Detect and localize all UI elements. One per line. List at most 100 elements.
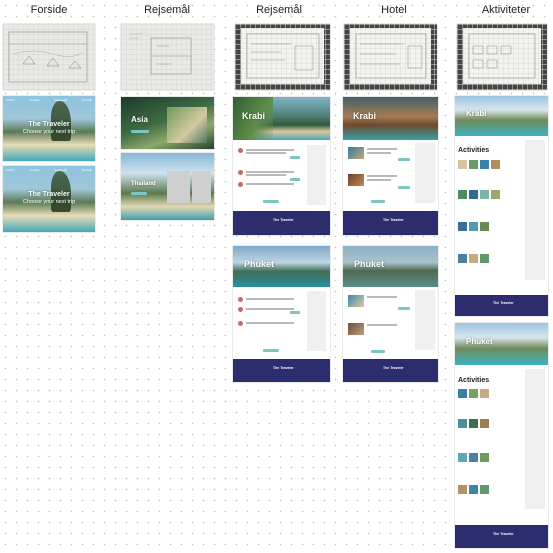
activity-thumbnail[interactable]	[480, 160, 489, 169]
hotel-phuket-title: Phuket	[354, 259, 385, 269]
nav-item-kontakt-2[interactable]: Kontakt	[82, 168, 92, 172]
hotel-thumbnail[interactable]	[348, 147, 364, 159]
krabi-page[interactable]: Krabi The Traveler	[233, 97, 330, 235]
activity-thumbnail[interactable]	[480, 222, 489, 231]
footer: The Traveler	[455, 525, 548, 548]
activity-thumbnail[interactable]	[491, 160, 500, 169]
activity-thumbnail[interactable]	[480, 453, 489, 462]
phuket-hero: Phuket	[233, 246, 330, 287]
activity-thumbnail[interactable]	[480, 485, 489, 494]
nav-item-forside-2[interactable]: Forside	[30, 168, 40, 172]
activity-thumbnail[interactable]	[458, 419, 467, 428]
flight-badge	[238, 148, 243, 153]
activity-thumbnail[interactable]	[480, 254, 489, 263]
footer-logo-line-1: The	[493, 301, 500, 305]
aktiviteter-sketch[interactable]	[457, 24, 547, 90]
sketch-drawing-2	[129, 33, 192, 75]
filter-sidebar	[415, 143, 435, 203]
book-hotel-button[interactable]	[398, 186, 410, 189]
hero-subtitle: Choose your next trip	[22, 129, 76, 135]
krabi-content	[233, 140, 330, 210]
activity-thumbnail[interactable]	[480, 419, 489, 428]
nav-item-rejsemaal-2[interactable]: Rejsemål	[54, 168, 67, 172]
sketch-drawing-4	[355, 33, 427, 79]
activity-thumbnail[interactable]	[458, 222, 467, 231]
hotel-row	[367, 324, 397, 326]
footer-logo: The Traveler	[383, 218, 404, 222]
forside-mockup-2[interactable]: LOGO Forside Rejsemål Kontakt The Travel…	[3, 166, 95, 232]
more-button[interactable]	[371, 200, 385, 203]
footer-logo-line-2: Traveler	[500, 532, 514, 536]
book-hotel-button[interactable]	[398, 307, 410, 310]
flight-row	[246, 308, 294, 310]
krabi-sketch[interactable]	[235, 24, 330, 90]
logo-2[interactable]: LOGO	[6, 168, 15, 172]
activity-thumbnail[interactable]	[491, 190, 500, 199]
phuket-page[interactable]: Phuket The Traveler	[233, 246, 330, 382]
activity-thumbnail[interactable]	[458, 485, 467, 494]
more-button[interactable]	[263, 200, 279, 203]
activity-thumbnail[interactable]	[458, 254, 467, 263]
book-hotel-button[interactable]	[371, 350, 385, 353]
activity-thumbnail[interactable]	[469, 254, 478, 263]
flight-badge	[238, 307, 243, 312]
activity-thumbnail[interactable]	[480, 389, 489, 398]
filter-sidebar	[307, 145, 326, 205]
activity-thumbnail[interactable]	[469, 190, 478, 199]
hotel-sketch[interactable]	[344, 24, 437, 90]
activity-thumbnail[interactable]	[469, 485, 478, 494]
hotel-thumbnail[interactable]	[348, 174, 364, 186]
thailand-button[interactable]	[131, 192, 147, 195]
hotel-phuket-page[interactable]: Phuket The Traveler	[343, 246, 438, 382]
hotel-row	[367, 148, 397, 150]
footer-logo-line-1: The	[493, 532, 500, 536]
activity-thumbnail[interactable]	[458, 190, 467, 199]
footer: The Traveler	[233, 211, 330, 235]
hotel-krabi-page[interactable]: Krabi The Traveler	[343, 97, 438, 235]
activity-filter-sidebar	[525, 140, 545, 280]
activity-thumbnail[interactable]	[458, 453, 467, 462]
more-button[interactable]	[263, 349, 279, 352]
footer-logo-line-2: Traveler	[280, 366, 294, 370]
activity-thumbnail[interactable]	[469, 453, 478, 462]
flight-row	[246, 174, 286, 176]
footer-logo-line-2: Traveler	[390, 218, 404, 222]
activities-phuket-page[interactable]: Phuket Activities The Traveler	[455, 323, 548, 548]
destination-card-thailand[interactable]: Thailand	[121, 153, 214, 220]
hero-title-2: The Traveler	[28, 191, 70, 198]
sketch-drawing-3	[246, 33, 320, 79]
flight-row	[246, 298, 294, 300]
footer-logo-line-1: The	[273, 218, 280, 222]
forside-sketch[interactable]	[3, 24, 95, 90]
book-button[interactable]	[290, 311, 300, 314]
book-button[interactable]	[290, 156, 300, 159]
activity-thumbnail[interactable]	[469, 389, 478, 398]
activity-thumbnail[interactable]	[458, 389, 467, 398]
sketch-drawing-5	[468, 33, 536, 79]
nav-item-rejsemaal[interactable]: Rejsemål	[54, 98, 67, 102]
logo[interactable]: LOGO	[6, 98, 15, 102]
book-hotel-button[interactable]	[398, 158, 410, 161]
thailand-placeholder-2	[192, 171, 211, 203]
footer: The Traveler	[455, 295, 548, 316]
hotel-row	[367, 296, 397, 298]
activity-thumbnail[interactable]	[469, 222, 478, 231]
destination-card-asia[interactable]: Asia	[121, 97, 214, 149]
activities-krabi-title: Krabi	[466, 109, 487, 118]
asia-button[interactable]	[131, 130, 149, 133]
hotel-thumbnail[interactable]	[348, 323, 364, 335]
rejsemaal-sketch[interactable]	[121, 24, 214, 90]
flight-badge	[238, 297, 243, 302]
activity-thumbnail[interactable]	[458, 160, 467, 169]
activity-thumbnail[interactable]	[480, 190, 489, 199]
book-button[interactable]	[290, 178, 300, 181]
nav-item-kontakt[interactable]: Kontakt	[82, 98, 92, 102]
activity-thumbnail[interactable]	[469, 419, 478, 428]
hotel-row	[367, 179, 391, 181]
flight-badge	[238, 182, 243, 187]
activities-krabi-page[interactable]: Krabi Activities The Traveler	[455, 96, 548, 316]
activity-thumbnail[interactable]	[469, 160, 478, 169]
forside-mockup[interactable]: LOGO Forside Rejsemål Kontakt The Travel…	[3, 96, 95, 161]
nav-item-forside[interactable]: Forside	[30, 98, 40, 102]
hotel-thumbnail[interactable]	[348, 295, 364, 307]
